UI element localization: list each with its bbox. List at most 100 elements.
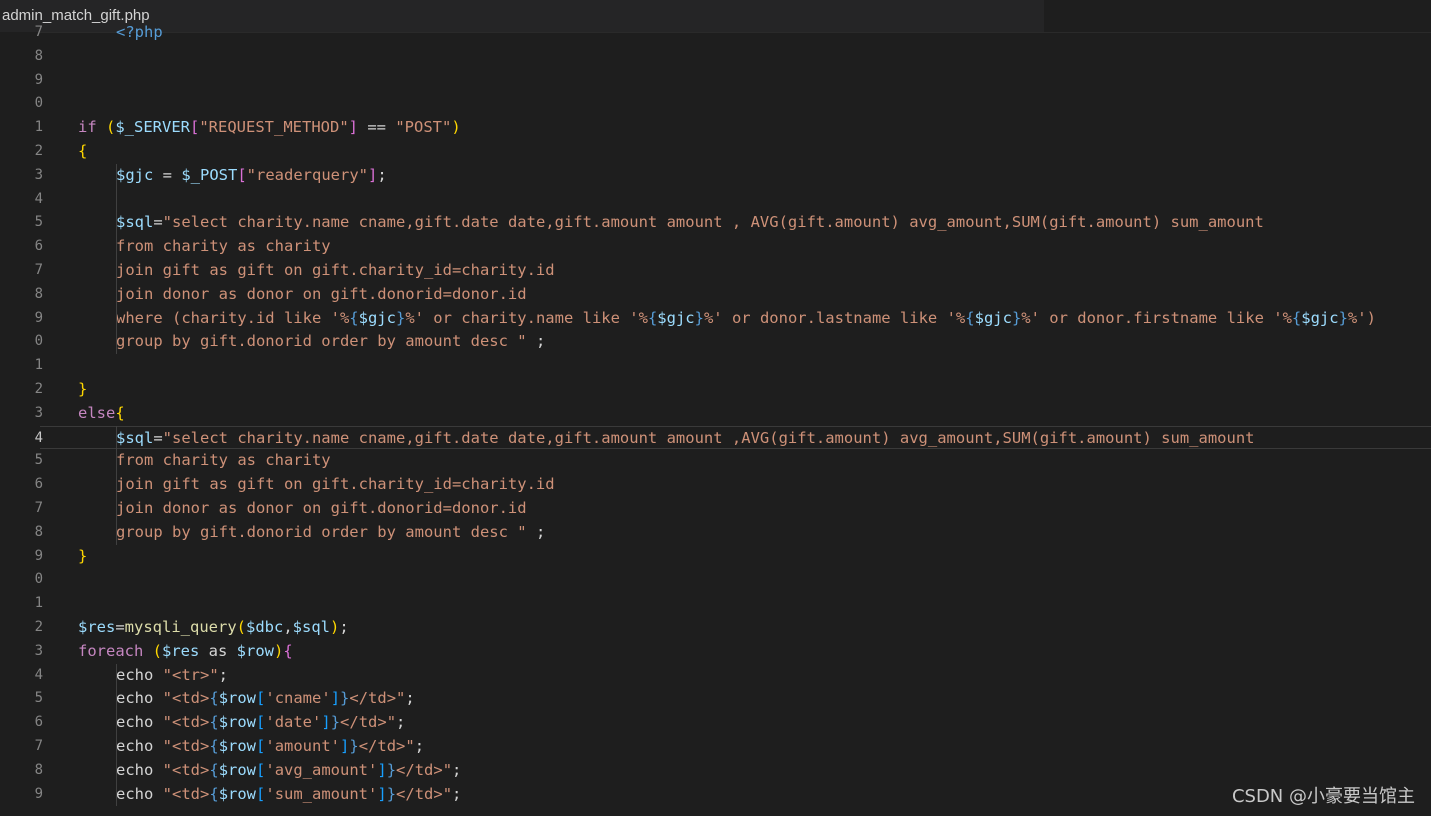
code-line[interactable]: 1 <box>35 592 1431 616</box>
code-line[interactable]: 5 from charity as charity <box>35 449 1431 473</box>
code-token: = <box>153 428 163 447</box>
code-token: , <box>283 618 293 636</box>
code-token: ; <box>405 689 415 708</box>
code-token: ; <box>452 784 462 803</box>
line-number: 7 <box>34 500 43 516</box>
code-token: } <box>1338 308 1348 327</box>
code-token: "POST" <box>395 118 452 137</box>
code-text: $res=mysqli_query($dbc,$sql); <box>78 616 349 640</box>
code-line[interactable]: 4 $sql="select charity.name cname,gift.da… <box>35 425 1431 450</box>
code-line[interactable]: 0 <box>35 92 1431 116</box>
code-line[interactable]: 0 <box>35 568 1431 592</box>
code-token: ) <box>451 118 461 137</box>
code-line[interactable]: 3 foreach ($res as $row){ <box>35 640 1431 664</box>
code-token: $row <box>218 689 257 708</box>
code-line[interactable]: 0 group by gift.donorid order by amount d… <box>35 330 1431 354</box>
code-line[interactable]: 3 $gjc = $_POST["readerquery"]; <box>35 164 1431 188</box>
code-token: 'date' <box>265 713 322 732</box>
code-token: $sql <box>116 213 154 232</box>
code-line[interactable]: 7 join donor as donor on gift.donorid=don… <box>35 497 1431 521</box>
code-line[interactable]: 8 join donor as donor on gift.donorid=don… <box>35 283 1431 307</box>
code-token: ; <box>218 665 229 684</box>
code-line[interactable]: 7 join gift as gift on gift.charity_id=ch… <box>35 259 1431 283</box>
code-line[interactable]: 7 echo "<td>{$row['amount']}</td>"; <box>35 735 1431 759</box>
code-line[interactable]: 7 <?php <box>35 21 1431 45</box>
code-line[interactable]: 6 echo "<td>{$row['date']}</td>"; <box>35 711 1431 735</box>
code-token: "<td> <box>162 689 210 708</box>
code-line[interactable]: 2{ <box>35 140 1431 164</box>
code-line[interactable]: 3 else{ <box>35 402 1431 426</box>
code-token: group by gift.donorid order by amount de… <box>116 332 527 351</box>
code-line[interactable]: 9 where (charity.id like '%{$gjc}%' or ch… <box>35 307 1431 331</box>
line-number: 0 <box>34 95 43 112</box>
code-token: "<tr>" <box>162 665 219 684</box>
code-token: ; <box>414 737 425 755</box>
code-token: [ <box>256 737 266 755</box>
code-line[interactable]: 8 echo "<td>{$row['avg_amount']}</td>"; <box>35 759 1431 783</box>
code-line[interactable]: 5 echo "<td>{$row['cname']}</td>"; <box>35 687 1431 711</box>
code-line[interactable]: 4 echo "<tr>"; <box>35 664 1431 688</box>
code-text: group by gift.donorid order by amount de… <box>116 330 545 354</box>
code-token: $_POST <box>181 165 238 184</box>
code-line[interactable]: 9 <box>35 69 1431 93</box>
code-token: } <box>330 713 341 732</box>
code-line[interactable]: 1 <box>35 354 1431 378</box>
code-token: $row <box>218 784 257 803</box>
code-token: [ <box>190 118 200 137</box>
code-text: echo "<td>{$row['amount']}</td>"; <box>116 735 424 759</box>
line-number: 9 <box>34 309 43 326</box>
code-token: = <box>115 618 125 636</box>
line-number: 7 <box>34 24 43 40</box>
code-text: echo "<tr>"; <box>116 664 228 688</box>
line-number: 8 <box>34 47 43 64</box>
code-token: } <box>386 784 397 803</box>
code-line[interactable]: 9 echo "<td>{$row['sum_amount']}</td>"; <box>35 783 1431 807</box>
code-token: [ <box>256 784 266 803</box>
line-number: 9 <box>34 547 43 564</box>
code-token: } <box>340 689 350 708</box>
code-token: 'sum_amount' <box>265 784 378 803</box>
code-text: join gift as gift on gift.charity_id=cha… <box>116 259 555 283</box>
line-number: 6 <box>34 714 43 731</box>
code-token: "<td> <box>162 737 210 755</box>
code-token: } <box>395 308 406 327</box>
code-token: join gift as gift on gift.charity_id=cha… <box>116 261 555 279</box>
code-line[interactable]: 1 if ($_SERVER["REQUEST_METHOD"] == "POST… <box>35 116 1431 140</box>
code-line[interactable]: 5 $sql="select charity.name cname,gift.da… <box>35 211 1431 235</box>
code-line[interactable]: 9} <box>35 545 1431 569</box>
code-line[interactable]: 2 $res=mysqli_query($dbc,$sql); <box>35 616 1431 640</box>
code-text: echo "<td>{$row['avg_amount']}</td>"; <box>116 759 461 783</box>
code-token: ; <box>526 522 546 541</box>
code-line[interactable]: 8 <box>35 45 1431 69</box>
code-token: { <box>209 713 219 732</box>
code-token: ] <box>340 737 350 755</box>
line-number: 2 <box>34 143 43 159</box>
code-token: { <box>283 641 293 660</box>
code-line[interactable]: 6 from charity as charity <box>35 235 1431 259</box>
line-number: 5 <box>34 214 43 231</box>
code-token: } <box>386 760 397 779</box>
code-token: 'amount' <box>265 737 341 755</box>
code-text: { <box>78 140 87 164</box>
code-token: $res <box>78 618 116 636</box>
code-text: echo "<td>{$row['sum_amount']}</td>"; <box>116 783 461 807</box>
code-token: } <box>349 737 359 755</box>
code-token: = <box>153 213 163 232</box>
code-text: $gjc = $_POST["readerquery"]; <box>116 164 387 188</box>
code-area[interactable]: 7 <?php 8 9 0 1 if ($_SERVER["REQUEST_METHOD"]… <box>35 23 1431 816</box>
code-token: "<td> <box>162 713 210 732</box>
code-line[interactable]: 8 group by gift.donorid order by amount d… <box>35 521 1431 545</box>
code-text: join donor as donor on gift.donorid=dono… <box>116 283 527 307</box>
code-token: </td>" <box>396 760 453 779</box>
code-token: echo <box>116 713 163 732</box>
code-text: echo "<td>{$row['date']}</td>"; <box>116 711 405 735</box>
code-token: } <box>1011 308 1022 327</box>
code-line[interactable]: 6 join gift as gift on gift.charity_id=ch… <box>35 473 1431 497</box>
line-number: 1 <box>34 357 43 374</box>
code-token: $row <box>218 737 257 755</box>
code-line[interactable]: 4 <box>35 188 1431 212</box>
line-number: 3 <box>34 166 43 183</box>
code-token: { <box>209 760 219 779</box>
code-line[interactable]: 2} <box>35 378 1431 402</box>
code-token: } <box>78 546 88 565</box>
